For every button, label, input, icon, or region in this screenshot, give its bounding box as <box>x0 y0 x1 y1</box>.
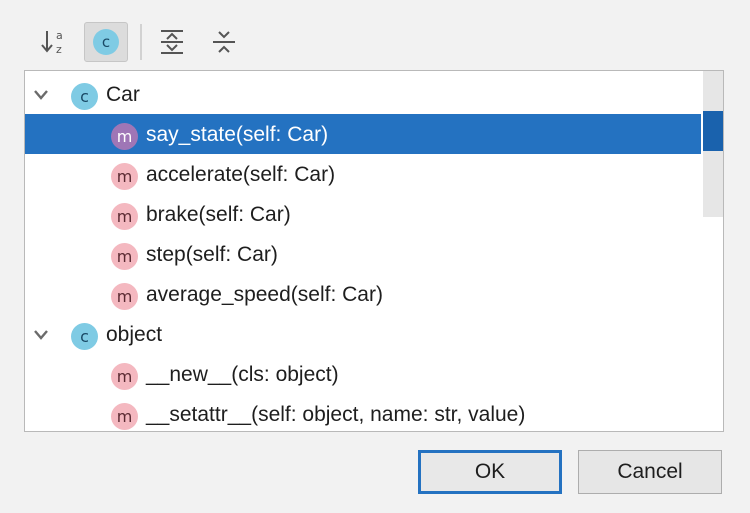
class-label: object <box>106 323 163 346</box>
tree-item-average-speed[interactable]: m average_speed(self: Car) <box>25 274 701 314</box>
tree-item-step[interactable]: m step(self: Car) <box>25 234 701 274</box>
class-icon: c <box>71 323 98 350</box>
tree-item-setattr[interactable]: m __setattr__(self: object, name: str, v… <box>25 394 701 431</box>
sort-alphabetically-button[interactable]: a z <box>32 22 76 62</box>
scrollbar-selection-marker <box>703 111 723 151</box>
chevron-down-icon[interactable] <box>30 326 52 344</box>
method-icon: m <box>111 123 138 150</box>
show-classes-button[interactable]: c <box>84 22 128 62</box>
class-label: Car <box>106 83 140 106</box>
cancel-button[interactable]: Cancel <box>578 450 722 494</box>
collapse-all-icon <box>213 31 235 53</box>
tree-node-object[interactable]: c object <box>25 314 701 354</box>
method-label: brake(self: Car) <box>146 203 291 226</box>
ok-button[interactable]: OK <box>418 450 562 494</box>
svg-text:z: z <box>56 43 62 56</box>
method-label: __new__(cls: object) <box>146 363 339 386</box>
structure-tree[interactable]: c Car m say_state(self: Car) m accelerat… <box>24 70 724 432</box>
method-icon: m <box>111 283 138 310</box>
expand-all-button[interactable] <box>150 22 194 62</box>
tree-item-new[interactable]: m __new__(cls: object) <box>25 354 701 394</box>
tree-node-car[interactable]: c Car <box>25 74 701 114</box>
svg-text:a: a <box>56 29 63 42</box>
class-icon: c <box>93 29 119 55</box>
toolbar: a z c <box>30 20 290 64</box>
method-icon: m <box>111 203 138 230</box>
chevron-down-icon[interactable] <box>30 86 52 104</box>
tree-item-say-state[interactable]: m say_state(self: Car) <box>25 114 701 154</box>
tree-item-brake[interactable]: m brake(self: Car) <box>25 194 701 234</box>
method-icon: m <box>111 243 138 270</box>
method-icon: m <box>111 163 138 190</box>
method-label: __setattr__(self: object, name: str, val… <box>146 403 526 426</box>
class-icon: c <box>71 83 98 110</box>
method-icon: m <box>111 363 138 390</box>
method-icon: m <box>111 403 138 430</box>
method-label: step(self: Car) <box>146 243 278 266</box>
method-label: accelerate(self: Car) <box>146 163 336 186</box>
method-label: average_speed(self: Car) <box>146 283 383 306</box>
toolbar-separator <box>140 24 142 60</box>
expand-all-icon <box>161 30 183 54</box>
sort-alphabetically-icon: a z <box>41 29 63 56</box>
tree-item-accelerate[interactable]: m accelerate(self: Car) <box>25 154 701 194</box>
collapse-all-button[interactable] <box>202 22 246 62</box>
method-label: say_state(self: Car) <box>146 123 329 146</box>
